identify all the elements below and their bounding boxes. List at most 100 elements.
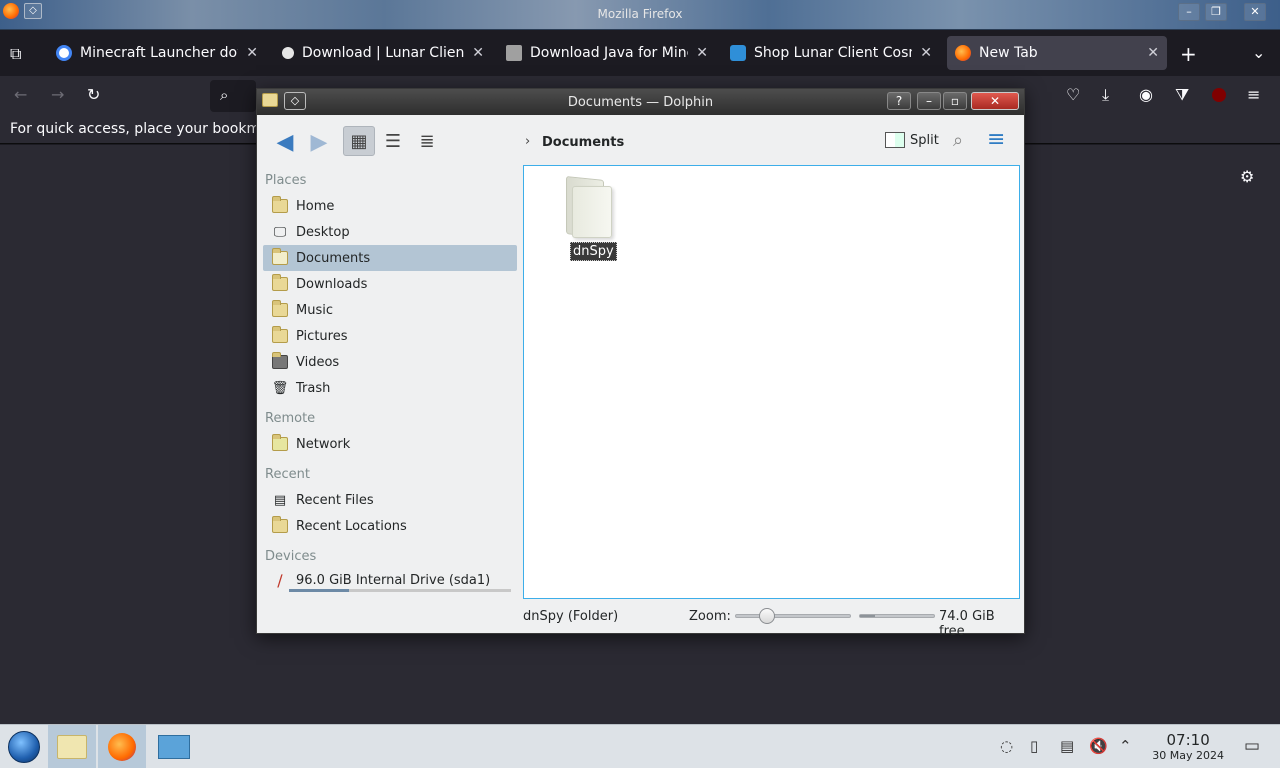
shop-favicon-icon — [730, 45, 746, 61]
pictures-folder-icon — [271, 326, 289, 345]
search-icon[interactable]: ⌕ — [953, 130, 963, 151]
zoom-slider-track[interactable] — [735, 614, 851, 618]
place-downloads[interactable]: Downloads — [263, 271, 517, 297]
place-recent-locations[interactable]: Recent Locations — [263, 513, 517, 539]
place-videos[interactable]: Videos — [263, 349, 517, 375]
hamburger-menu-icon[interactable]: ≡ — [987, 127, 1005, 152]
zoom-slider-handle[interactable] — [759, 608, 776, 624]
notes-tray-icon[interactable]: ▤ — [1060, 737, 1074, 755]
address-bar[interactable]: ⌕ — [210, 80, 256, 112]
dolphin-window: ◇ Documents — Dolphin ? – ▫ ✕ ◀ ▶ ▦ ☰ ≣ … — [256, 88, 1025, 639]
documents-folder-icon — [271, 248, 289, 267]
firefox-window-title: Mozilla Firefox — [597, 7, 683, 21]
places-panel: Places Home 🖵 Desktop Documents Download… — [261, 169, 519, 609]
firefox-favicon-icon — [955, 45, 971, 61]
show-desktop-icon[interactable]: ▭ — [1244, 736, 1260, 756]
music-folder-icon — [271, 300, 289, 319]
file-view[interactable]: dnSpy — [523, 165, 1020, 599]
back-arrow-icon[interactable]: ← — [14, 85, 27, 104]
updates-tray-icon[interactable]: ◌ — [1000, 737, 1013, 755]
clipboard-tray-icon[interactable]: ▯ — [1030, 737, 1038, 755]
maximize-icon[interactable]: ▫ — [943, 92, 967, 110]
firefox-icon — [108, 733, 136, 761]
place-trash[interactable]: 🗑 Trash — [263, 375, 517, 401]
pocket-icon[interactable]: ♡ — [1066, 85, 1080, 104]
settings-gear-icon[interactable]: ⚙ — [1240, 167, 1254, 186]
split-icon — [885, 132, 905, 148]
details-view-icon[interactable]: ≣ — [411, 126, 443, 156]
drive-usage-bar — [289, 589, 511, 592]
place-network[interactable]: Network — [263, 431, 517, 457]
zoom-label: Zoom: — [689, 609, 731, 624]
tab-lunar-shop[interactable]: Shop Lunar Client Cosme ✕ — [722, 36, 940, 70]
dnspy-folder-icon[interactable] — [564, 176, 614, 238]
help-icon[interactable]: ? — [887, 92, 911, 110]
drive-usage-fill — [289, 589, 349, 592]
volume-muted-icon[interactable]: 🔇 — [1089, 737, 1108, 755]
reload-icon[interactable]: ↻ — [87, 85, 100, 104]
close-icon[interactable]: ✕ — [971, 92, 1019, 110]
home-folder-icon — [271, 196, 289, 215]
new-tab-plus-icon[interactable]: + — [1180, 42, 1197, 66]
start-orb-icon — [8, 731, 40, 763]
forward-arrow-icon[interactable]: ▶ — [305, 127, 333, 157]
breadcrumb-documents[interactable]: Documents — [542, 135, 624, 150]
clock[interactable]: 07:10 30 May 2024 — [1152, 731, 1224, 762]
taskbar-dolphin[interactable] — [48, 725, 96, 768]
place-home[interactable]: Home — [263, 193, 517, 219]
extensions-icon[interactable]: ⧩ — [1175, 85, 1189, 105]
tray-expand-chevron-icon[interactable]: ⌃ — [1119, 737, 1132, 755]
place-recent-files[interactable]: ▤ Recent Files — [263, 487, 517, 513]
downloads-icon[interactable]: ⤓ — [1102, 85, 1109, 105]
lunar-favicon-icon — [282, 47, 294, 59]
videos-folder-icon — [271, 352, 289, 371]
minimize-icon[interactable]: – — [917, 92, 941, 110]
close-tab-icon[interactable]: ✕ — [696, 45, 708, 61]
status-bar: dnSpy (Folder) Zoom: 74.0 GiB free — [257, 605, 1024, 639]
icons-view-icon[interactable]: ▦ — [343, 126, 375, 156]
recent-files-icon: ▤ — [273, 492, 287, 508]
place-pictures[interactable]: Pictures — [263, 323, 517, 349]
disk-space-bar — [859, 614, 935, 618]
forward-arrow-icon[interactable]: → — [51, 85, 64, 104]
split-button[interactable]: Split — [885, 132, 939, 148]
file-manager-icon — [57, 735, 87, 759]
taskbar-firefox[interactable] — [98, 725, 146, 768]
close-icon[interactable]: ✕ — [1244, 3, 1266, 21]
place-documents[interactable]: Documents — [263, 245, 517, 271]
close-tab-icon[interactable]: ✕ — [1147, 45, 1159, 61]
back-arrow-icon[interactable]: ◀ — [271, 127, 299, 157]
hamburger-menu-icon[interactable]: ≡ — [1247, 85, 1260, 104]
downloads-folder-icon — [271, 274, 289, 293]
place-desktop[interactable]: 🖵 Desktop — [263, 219, 517, 245]
ublock-icon[interactable] — [1212, 88, 1226, 102]
section-devices: Devices — [265, 549, 317, 564]
google-favicon-icon — [56, 45, 72, 61]
system-settings-icon — [158, 735, 190, 759]
tab-lunar-client-download[interactable]: Download | Lunar Client ✕ — [274, 36, 492, 70]
tab-minecraft-launcher[interactable]: Minecraft Launcher down ✕ — [48, 36, 266, 70]
close-tab-icon[interactable]: ✕ — [920, 45, 932, 61]
firefox-view-icon[interactable]: ⧉ — [10, 44, 21, 64]
close-tab-icon[interactable]: ✕ — [246, 45, 258, 61]
list-all-tabs-chevron-icon[interactable]: ⌄ — [1252, 43, 1265, 62]
minimize-icon[interactable]: – — [1178, 3, 1200, 21]
file-name-dnspy[interactable]: dnSpy — [570, 242, 617, 261]
taskbar-system-settings[interactable] — [150, 725, 198, 768]
free-space-label: 74.0 GiB free — [939, 609, 995, 639]
account-icon[interactable]: ◉ — [1139, 85, 1153, 104]
tab-java-download[interactable]: Download Java for Minec ✕ — [498, 36, 716, 70]
place-music[interactable]: Music — [263, 297, 517, 323]
tab-strip: ⧉ Minecraft Launcher down ✕ Download | L… — [0, 30, 1280, 76]
start-menu-button[interactable] — [0, 725, 48, 768]
close-tab-icon[interactable]: ✕ — [472, 45, 484, 61]
firefox-window-titlebar[interactable]: ◇ Mozilla Firefox – ❐ ✕ — [0, 0, 1280, 30]
recent-locations-icon — [271, 516, 289, 535]
dolphin-titlebar[interactable]: ◇ Documents — Dolphin ? – ▫ ✕ — [257, 89, 1024, 115]
network-icon — [271, 434, 289, 453]
section-recent: Recent — [265, 467, 310, 482]
tab-new-tab[interactable]: New Tab ✕ — [947, 36, 1167, 70]
breadcrumb-chevron-icon: › — [525, 134, 531, 149]
maximize-icon[interactable]: ❐ — [1205, 3, 1227, 21]
compact-view-icon[interactable]: ☰ — [377, 126, 409, 156]
